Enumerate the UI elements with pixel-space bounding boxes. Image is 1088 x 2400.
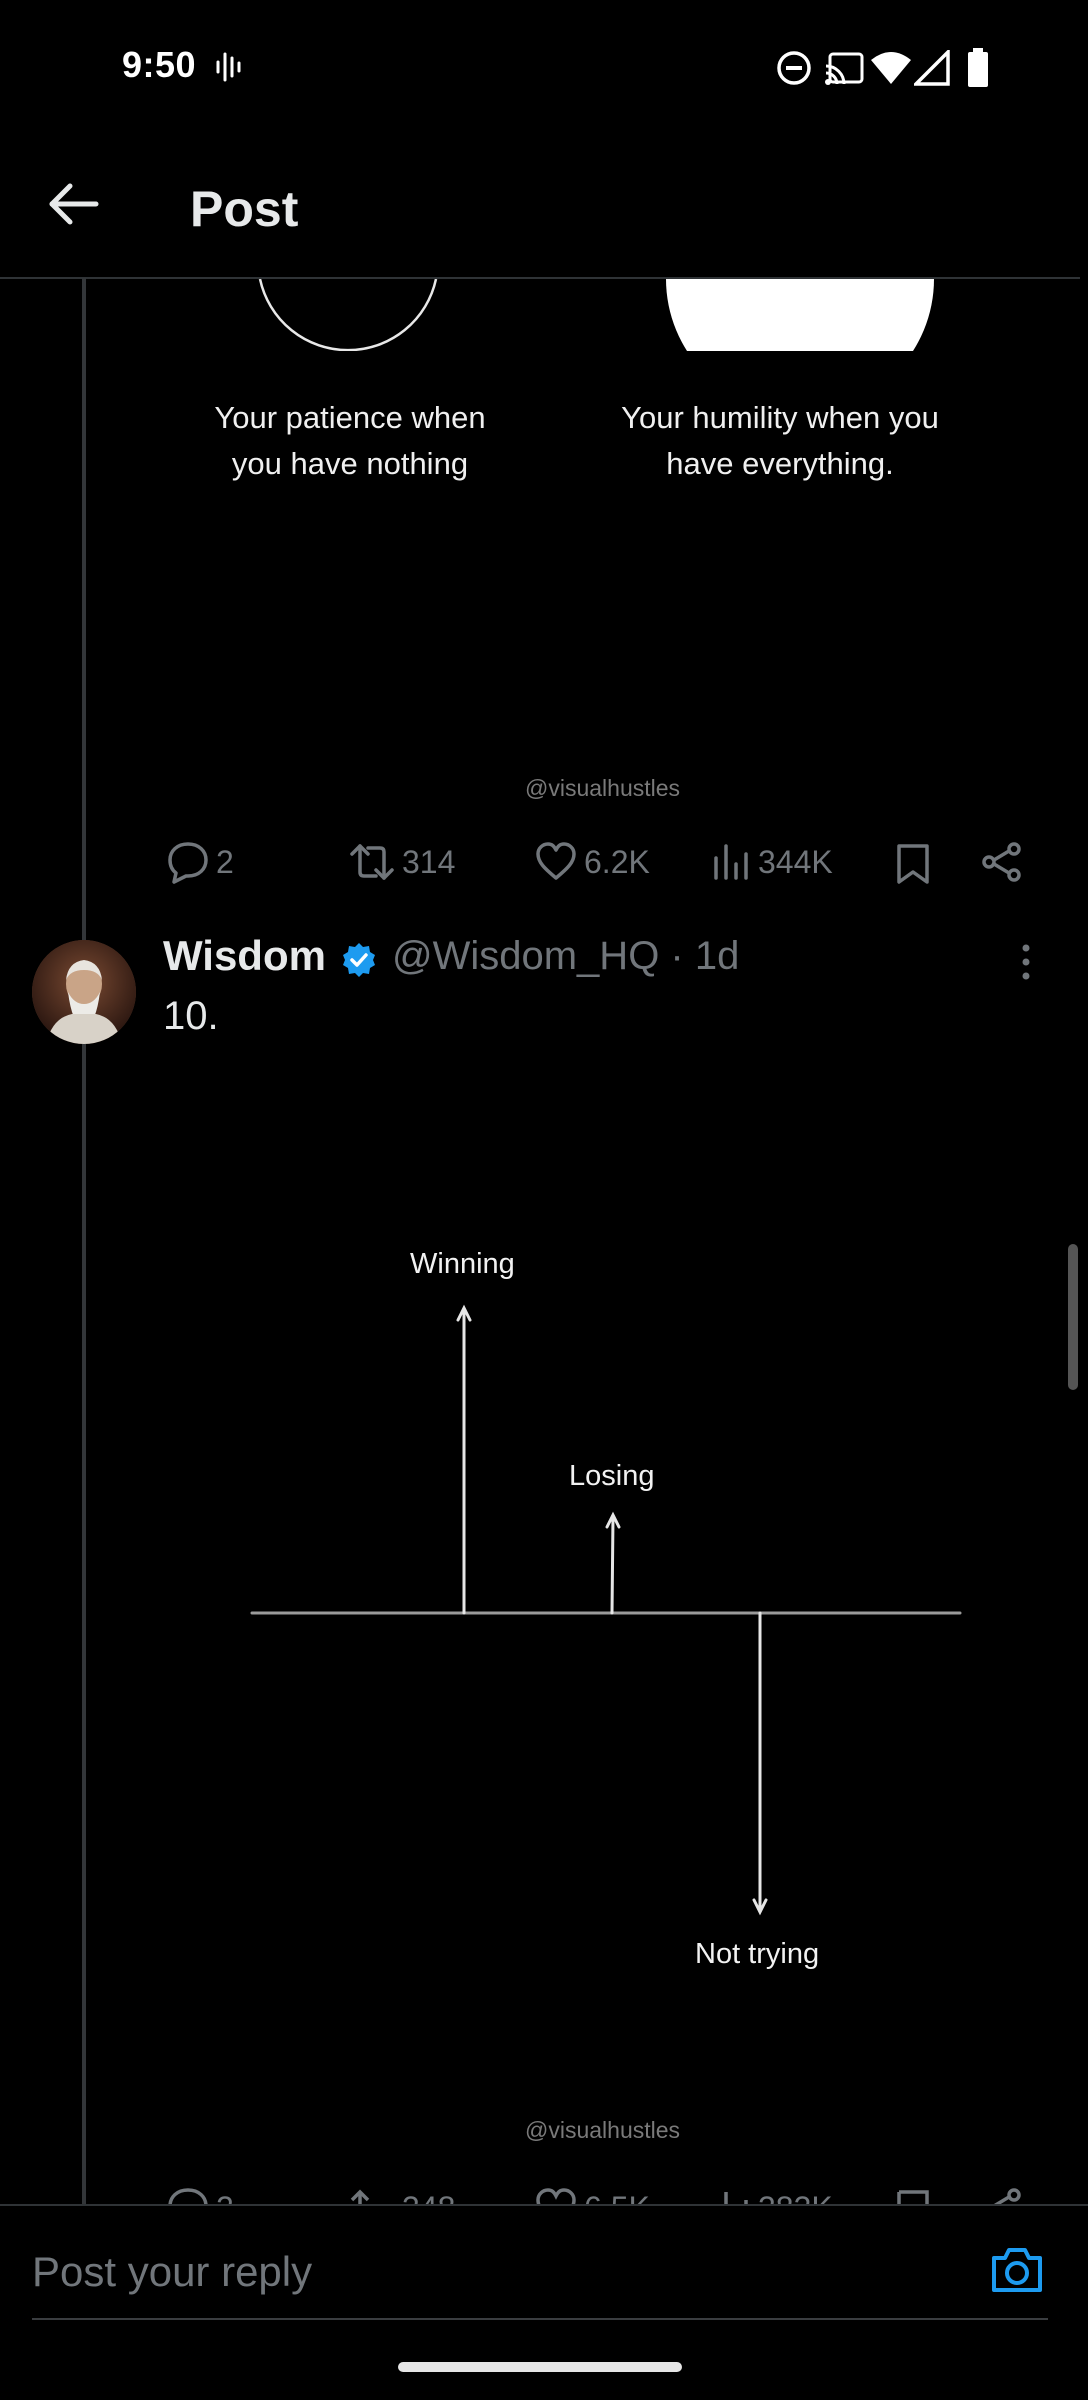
more-options-icon[interactable] <box>1020 942 1032 982</box>
tweet-text: 10. <box>163 994 219 1038</box>
views-button[interactable]: 344K <box>712 840 833 884</box>
like-button[interactable]: 6.2K <box>534 840 650 884</box>
reply-input-underline <box>32 2318 1048 2320</box>
bookmark-icon <box>897 2190 929 2204</box>
image-watermark: @visualhustles <box>525 775 681 801</box>
home-indicator[interactable] <box>398 2362 682 2372</box>
views-icon <box>724 2192 748 2204</box>
post2-action-bar: 2 348 6.5K 383K <box>160 2178 1060 2204</box>
view-count: 344K <box>758 843 833 880</box>
signal-icon <box>914 50 950 86</box>
like-count-2: 6.5K <box>584 2190 650 2205</box>
label-losing: Losing <box>569 1460 655 1492</box>
post2-image[interactable]: Winning Losing Not trying @visualhustles <box>160 1060 1056 2160</box>
back-arrow-icon[interactable] <box>46 180 102 228</box>
repost-count: 314 <box>402 843 456 880</box>
views-icon <box>714 844 748 880</box>
like-count: 6.2K <box>584 843 650 880</box>
scrollbar[interactable] <box>1068 1244 1078 1390</box>
label-not-trying: Not trying <box>695 1938 820 1970</box>
share-icon <box>993 2188 1021 2204</box>
reply-input[interactable]: Post your reply <box>32 2248 312 2296</box>
cast-icon <box>824 52 864 86</box>
avatar-portrait <box>32 940 136 1044</box>
repost-icon <box>350 844 394 880</box>
empty-circle-graphic <box>258 279 438 351</box>
like-button-2[interactable]: 6.5K <box>534 2186 650 2204</box>
camera-icon[interactable] <box>990 2246 1044 2294</box>
avatar[interactable] <box>32 940 136 1044</box>
author-handle-timestamp[interactable]: @Wisdom_HQ · 1d <box>392 934 739 979</box>
page-title: Post <box>190 181 299 237</box>
reply-count: 2 <box>216 843 234 880</box>
verified-badge-icon <box>340 941 378 979</box>
thread-line <box>82 278 86 2208</box>
vibration-icon <box>215 50 243 84</box>
author-name[interactable]: Wisdom <box>163 932 326 980</box>
post1-image[interactable]: Your patience when you have nothing Your… <box>160 279 1056 801</box>
reply-button[interactable]: 2 <box>166 840 234 884</box>
reply-count-2: 2 <box>216 2190 234 2205</box>
heart-icon <box>536 2188 576 2204</box>
reply-icon <box>168 2188 208 2204</box>
views-button-2[interactable]: 383K <box>712 2186 833 2204</box>
label-winning: Winning <box>410 1248 515 1280</box>
share-icon <box>982 842 1021 882</box>
repost-icon <box>350 2189 370 2204</box>
filled-circle-graphic <box>666 279 934 351</box>
caption-right: Your humility when you have everything. <box>621 400 939 481</box>
share-button[interactable] <box>980 840 1024 884</box>
winning-losing-diagram <box>250 1304 962 1916</box>
battery-icon <box>966 48 990 88</box>
repost-count-2: 348 <box>402 2190 455 2205</box>
caption-left: Your patience when you have nothing <box>214 400 486 481</box>
view-count-2: 383K <box>758 2190 833 2205</box>
wifi-icon <box>870 50 912 86</box>
reply-icon <box>168 842 208 884</box>
share-button-2[interactable] <box>980 2186 1024 2204</box>
repost-button-2[interactable]: 348 <box>348 2186 455 2204</box>
reply-button-2[interactable]: 2 <box>166 2186 234 2204</box>
bookmark-icon <box>897 844 929 884</box>
bookmark-button-2[interactable] <box>894 2188 932 2204</box>
status-time: 9:50 <box>122 44 197 85</box>
repost-button[interactable]: 314 <box>348 840 455 884</box>
heart-icon <box>536 842 576 880</box>
bookmark-button[interactable] <box>894 842 932 886</box>
image-watermark-2: @visualhustles <box>525 2117 681 2143</box>
do-not-disturb-icon <box>776 50 812 86</box>
